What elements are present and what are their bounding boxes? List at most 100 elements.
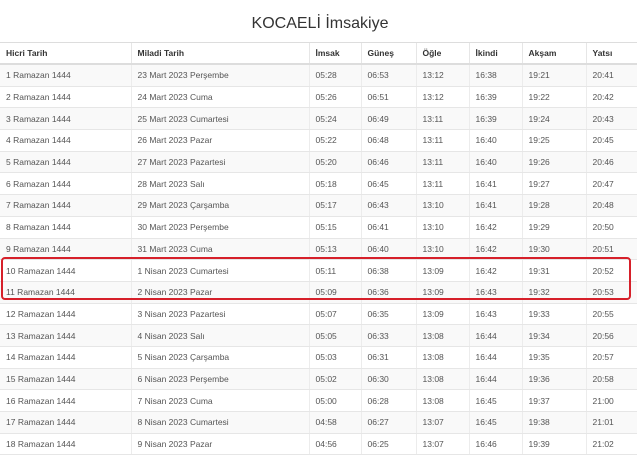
table-row: 10 Ramazan 1444 1 Nisan 2023 Cumartesi 05:… [0,259,637,282]
ogle-cell: 13:08 [415,368,469,391]
aksam-cell: 19:22 [521,86,586,109]
miladi-tarih-cell: 1 Nisan 2023 Cumartesi [130,259,309,282]
table-row: 2 Ramazan 1444 24 Mart 2023 Cuma 05:26 06:5… [0,86,637,109]
yatsi-cell: 20:41 [585,64,637,87]
ogle-cell: 13:09 [415,303,469,326]
ikindi-cell: 16:40 [468,151,522,174]
hicri-tarih-cell: 11 Ramazan 1444 [0,281,131,304]
hicri-tarih-cell: 1 Ramazan 1444 [0,64,131,87]
aksam-cell: 19:34 [521,324,586,347]
table-row: 13 Ramazan 1444 4 Nisan 2023 Salı 05:05 06:… [0,324,637,347]
aksam-cell: 19:30 [521,238,586,261]
aksam-cell: 19:26 [521,151,586,174]
ikindi-cell: 16:44 [468,346,522,369]
aksam-cell: 19:28 [521,194,586,217]
hicri-tarih-cell: 13 Ramazan 1444 [0,324,131,347]
ikindi-cell: 16:42 [468,259,522,282]
aksam-cell: 19:31 [521,259,586,282]
imsak-cell: 05:15 [308,216,361,239]
imsak-cell: 05:11 [308,259,361,282]
header-hicri-tarih: Hicri Tarih [0,42,131,65]
hicri-tarih-cell: 9 Ramazan 1444 [0,238,131,261]
table-row: 9 Ramazan 1444 31 Mart 2023 Cuma 05:13 06:4… [0,238,637,261]
hicri-tarih-cell: 4 Ramazan 1444 [0,129,131,152]
gunes-cell: 06:43 [360,194,416,217]
aksam-cell: 19:29 [521,216,586,239]
gunes-cell: 06:46 [360,151,416,174]
imsak-cell: 05:00 [308,389,361,412]
ikindi-cell: 16:39 [468,86,522,109]
yatsi-cell: 20:52 [585,259,637,282]
miladi-tarih-cell: 23 Mart 2023 Perşembe [130,64,309,87]
ogle-cell: 13:09 [415,281,469,304]
miladi-tarih-cell: 31 Mart 2023 Cuma [130,238,309,261]
ikindi-cell: 16:46 [468,433,522,455]
gunes-cell: 06:41 [360,216,416,239]
hicri-tarih-cell: 18 Ramazan 1444 [0,433,131,455]
miladi-tarih-cell: 28 Mart 2023 Salı [130,172,309,196]
aksam-cell: 19:25 [521,129,586,152]
ikindi-cell: 16:41 [468,172,522,196]
ikindi-cell: 16:44 [468,324,522,347]
ikindi-cell: 16:41 [468,194,522,217]
hicri-tarih-cell: 5 Ramazan 1444 [0,151,131,174]
imsak-cell: 05:02 [308,368,361,391]
imsak-cell: 05:09 [308,281,361,304]
miladi-tarih-cell: 29 Mart 2023 Çarşamba [130,194,309,217]
gunes-cell: 06:53 [360,64,416,87]
gunes-cell: 06:51 [360,86,416,109]
table-row: 1 Ramazan 1444 23 Mart 2023 Perşembe 05:28… [0,64,637,87]
aksam-cell: 19:33 [521,303,586,326]
gunes-cell: 06:40 [360,238,416,261]
yatsi-cell: 20:55 [585,303,637,326]
ogle-cell: 13:10 [415,194,469,217]
hicri-tarih-cell: 15 Ramazan 1444 [0,368,131,391]
table-row: 6 Ramazan 1444 28 Mart 2023 Salı 05:18 06:4… [0,172,637,196]
header-miladi-tarih: Miladi Tarih [130,42,309,65]
miladi-tarih-cell: 25 Mart 2023 Cumartesi [130,107,309,131]
table-row: 16 Ramazan 1444 7 Nisan 2023 Cuma 05:00 06:… [0,389,637,412]
ogle-cell: 13:12 [415,86,469,109]
miladi-tarih-cell: 26 Mart 2023 Pazar [130,129,309,152]
gunes-cell: 06:28 [360,389,416,412]
header-yatsi: Yatsı [585,42,637,65]
yatsi-cell: 21:01 [585,411,637,434]
gunes-cell: 06:35 [360,303,416,326]
ogle-cell: 13:11 [415,151,469,174]
aksam-cell: 19:32 [521,281,586,304]
hicri-tarih-cell: 16 Ramazan 1444 [0,389,131,412]
gunes-cell: 06:33 [360,324,416,347]
hicri-tarih-cell: 6 Ramazan 1444 [0,172,131,196]
ogle-cell: 13:08 [415,324,469,347]
imsak-cell: 05:17 [308,194,361,217]
table-row: 11 Ramazan 1444 2 Nisan 2023 Pazar 05:09 06… [0,281,637,304]
ogle-cell: 13:10 [415,238,469,261]
ikindi-cell: 16:40 [468,129,522,152]
imsak-cell: 04:56 [308,433,361,455]
ogle-cell: 13:07 [415,433,469,455]
miladi-tarih-cell: 5 Nisan 2023 Çarşamba [130,346,309,369]
miladi-tarih-cell: 24 Mart 2023 Cuma [130,86,309,109]
gunes-cell: 06:27 [360,411,416,434]
ogle-cell: 13:09 [415,259,469,282]
yatsi-cell: 20:47 [585,172,637,196]
table-row: 7 Ramazan 1444 29 Mart 2023 Çarşamba 05:17… [0,194,637,217]
miladi-tarih-cell: 27 Mart 2023 Pazartesi [130,151,309,174]
table-row: 5 Ramazan 1444 27 Mart 2023 Pazartesi 05:2… [0,151,637,174]
hicri-tarih-cell: 7 Ramazan 1444 [0,194,131,217]
hicri-tarih-cell: 2 Ramazan 1444 [0,86,131,109]
gunes-cell: 06:49 [360,107,416,131]
aksam-cell: 19:36 [521,368,586,391]
table-row: 8 Ramazan 1444 30 Mart 2023 Perşembe 05:15… [0,216,637,239]
yatsi-cell: 20:42 [585,86,637,109]
table-row: 3 Ramazan 1444 25 Mart 2023 Cumartesi 05:2… [0,107,637,131]
yatsi-cell: 21:00 [585,389,637,412]
ikindi-cell: 16:43 [468,303,522,326]
ikindi-cell: 16:44 [468,368,522,391]
yatsi-cell: 20:46 [585,151,637,174]
imsak-cell: 05:22 [308,129,361,152]
imsak-cell: 05:28 [308,64,361,87]
aksam-cell: 19:27 [521,172,586,196]
hicri-tarih-cell: 3 Ramazan 1444 [0,107,131,131]
imsak-cell: 05:07 [308,303,361,326]
